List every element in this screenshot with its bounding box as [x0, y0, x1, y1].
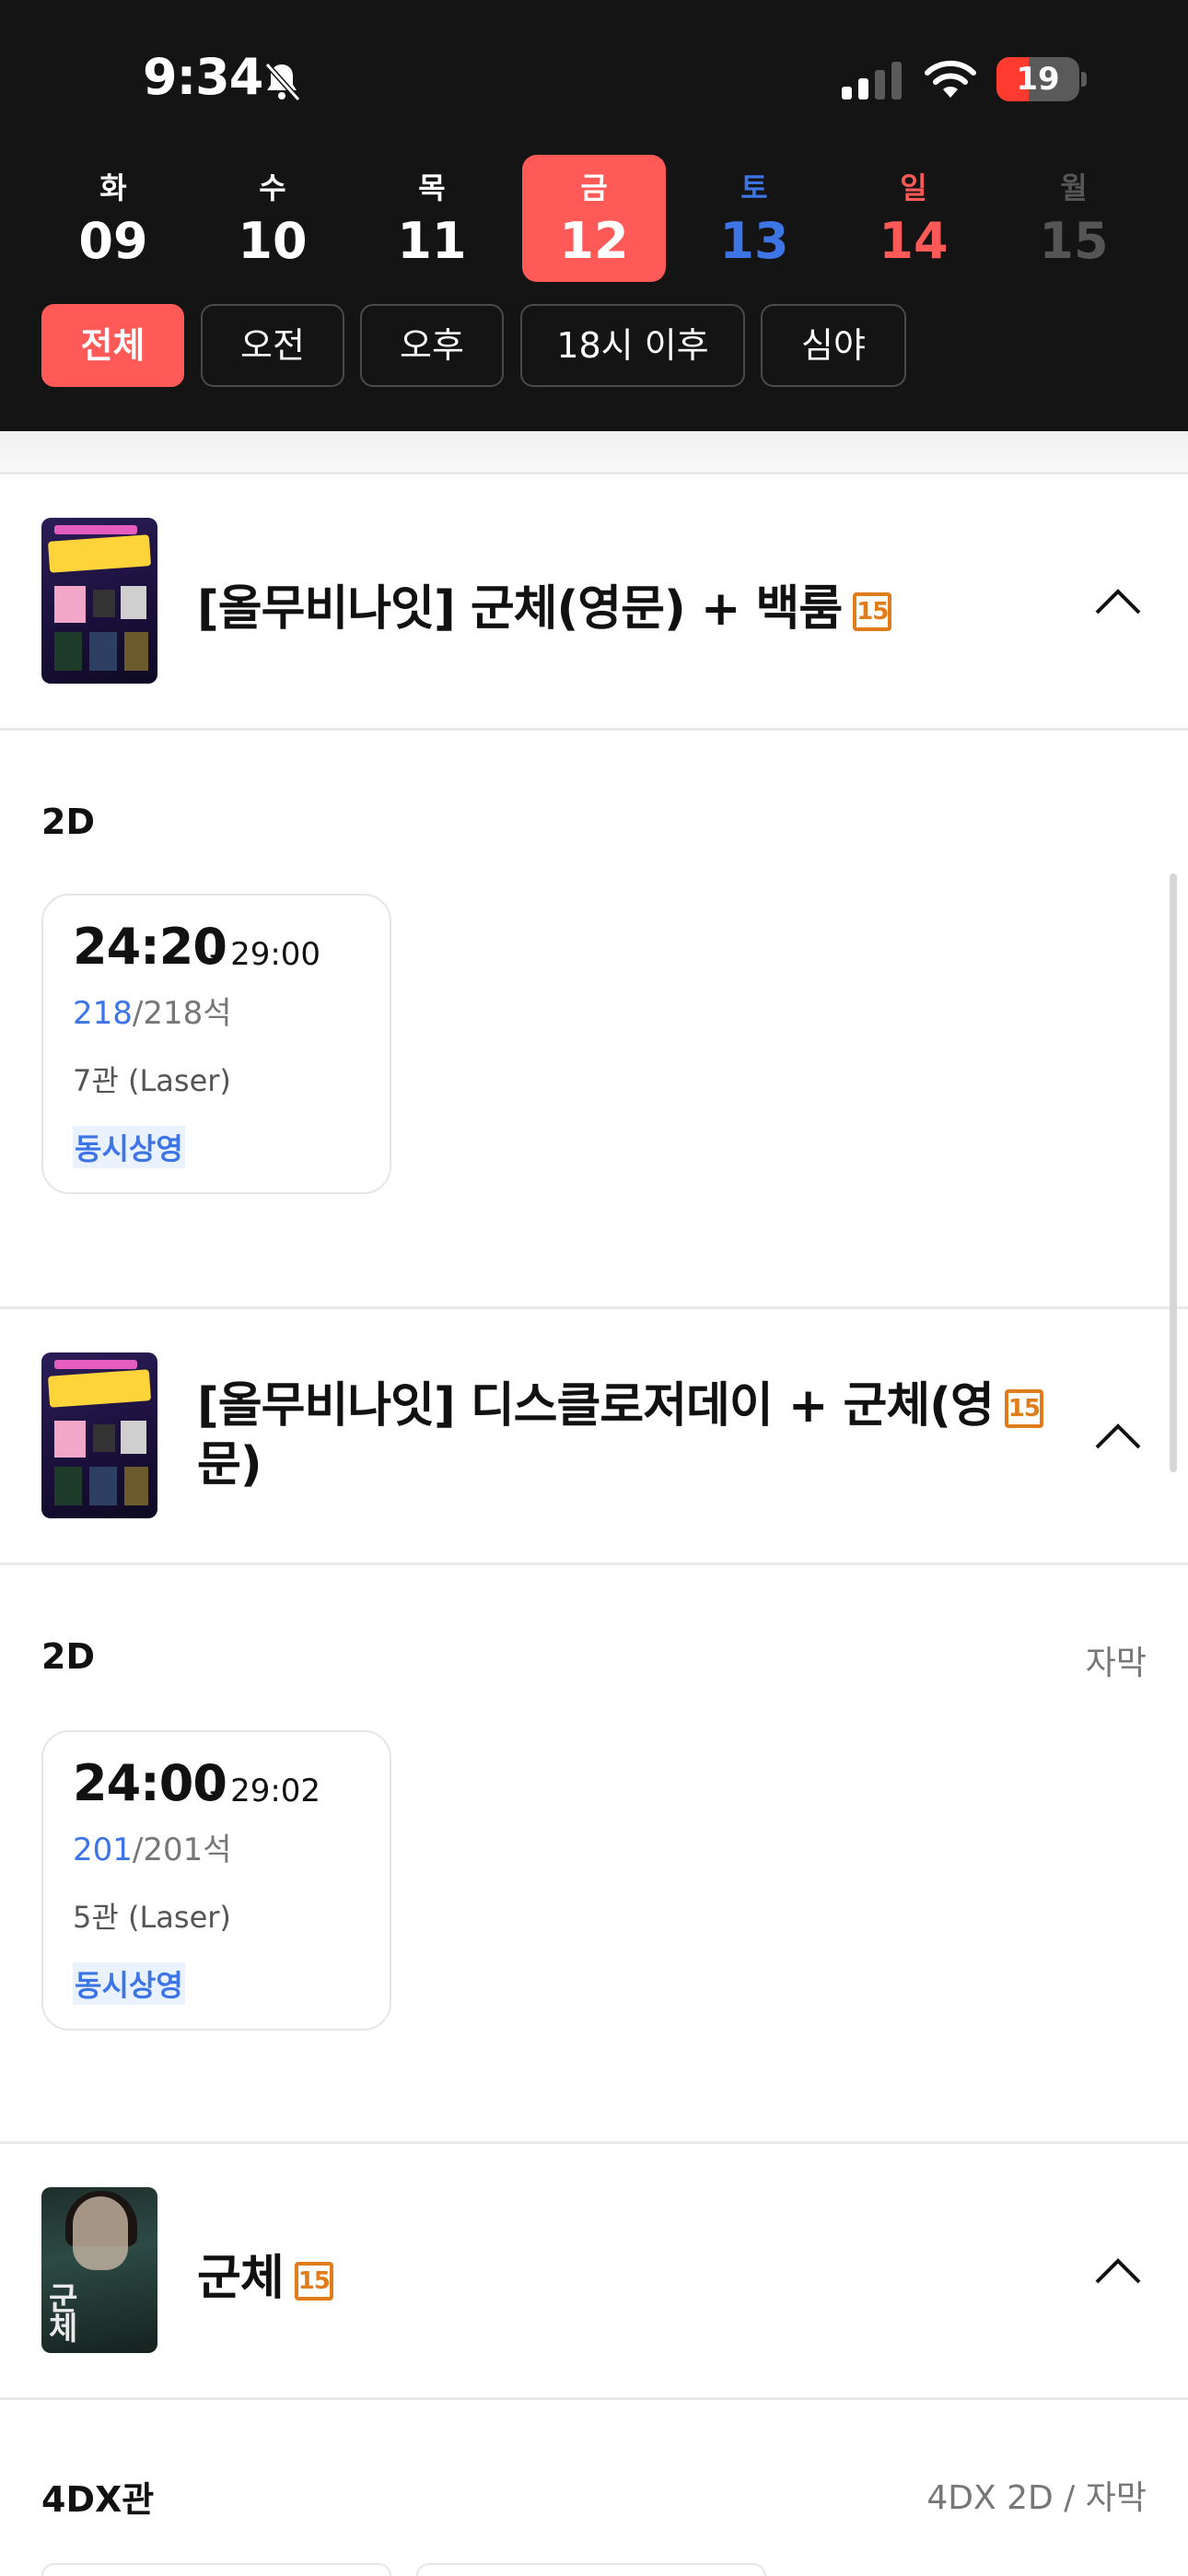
age-rating-15-badge: 15: [1004, 1389, 1043, 1428]
date-thu-11[interactable]: 목 11: [360, 155, 504, 282]
movie-title-row[interactable]: [올무비나잇] 디스클로저데이 + 군체(영 15 문): [197, 1376, 1043, 1494]
showtime-end: - 29:00: [209, 936, 321, 973]
header-shadow: [0, 431, 1188, 474]
filter-afternoon-chip[interactable]: 오후: [360, 304, 504, 387]
battery-percent: 19: [1016, 61, 1060, 98]
filter-late-night-chip[interactable]: 심야: [761, 304, 906, 387]
status-time: 9:34: [143, 48, 263, 106]
date-number: 11: [397, 212, 467, 270]
format-label: 4DX관: [41, 2479, 155, 2520]
hall-name: 7관 (Laser): [73, 1063, 231, 1098]
date-mon-15[interactable]: 월 15: [1002, 155, 1146, 282]
movie-poster[interactable]: 군체: [41, 2187, 157, 2353]
battery-icon: 19: [996, 57, 1087, 101]
seats-total: /201석: [132, 1832, 232, 1868]
date-number: 13: [719, 212, 789, 270]
bell-muted-icon: [264, 62, 301, 102]
date-weekday: 월: [1060, 170, 1088, 205]
chevron-up-icon[interactable]: [1094, 2257, 1142, 2285]
scrollbar[interactable]: [1170, 873, 1177, 1472]
seats-available: 218: [73, 995, 133, 1032]
date-weekday: 토: [740, 170, 768, 205]
format-label: 2D: [41, 1636, 95, 1677]
movie-title-line1: [올무비나잇] 디스클로저데이 + 군체(영: [197, 1378, 995, 1434]
divider: [0, 472, 1188, 474]
movie-title-line2: 문): [197, 1437, 262, 1493]
showtime-card[interactable]: 24:00 - 29:02 201/201석 5관 (Laser) 동시상영: [41, 1730, 391, 2031]
chevron-up-icon[interactable]: [1094, 1423, 1142, 1450]
date-number: 14: [879, 212, 949, 270]
wifi-icon: [925, 60, 976, 98]
age-rating-15-badge: 15: [853, 592, 892, 631]
divider: [0, 1306, 1188, 1309]
chevron-up-icon[interactable]: [1094, 588, 1142, 615]
showtime-start: 24:20: [73, 918, 227, 976]
date-number: 15: [1039, 212, 1109, 270]
showtime-start: 24:00: [73, 1754, 227, 1812]
format-subtitle: 자막: [1085, 1645, 1147, 1682]
showtime-end: - 29:02: [209, 1773, 321, 1809]
date-number: 10: [238, 212, 308, 270]
movie-poster[interactable]: [41, 518, 157, 684]
format-subtitle: 4DX 2D / 자막: [926, 2479, 1147, 2517]
header: 9:34 19 화 09 수 10 목 11 금 12 토 13 일 14 월 …: [0, 0, 1188, 431]
movie-title-row[interactable]: [올무비나잇] 군체(영문) + 백룸 15: [197, 569, 892, 638]
date-number: 12: [559, 212, 629, 270]
movie-title: 군체: [197, 2251, 285, 2306]
movie-title: [올무비나잇] 군체(영문) + 백룸: [197, 581, 843, 637]
date-sat-13[interactable]: 토 13: [682, 155, 826, 282]
format-label: 2D: [41, 802, 95, 842]
hall-name: 5관 (Laser): [73, 1900, 231, 1935]
seat-count: 218/218석: [73, 988, 232, 1033]
double-feature-tag: 동시상영: [73, 1962, 185, 2005]
date-weekday: 일: [900, 170, 927, 205]
date-weekday: 목: [418, 170, 446, 205]
date-sun-14[interactable]: 일 14: [842, 155, 985, 282]
date-weekday: 화: [99, 170, 127, 205]
showtime-card[interactable]: [41, 2563, 391, 2576]
divider: [0, 1563, 1188, 1565]
poster-title-text: 군체: [49, 2281, 78, 2348]
movie-title-row[interactable]: 군체 15: [197, 2239, 333, 2308]
cellular-signal-icon: [842, 62, 902, 100]
filter-all-chip[interactable]: 전체: [41, 304, 184, 387]
filter-after-18-chip[interactable]: 18시 이후: [520, 304, 745, 387]
date-tue-09[interactable]: 화 09: [41, 155, 185, 282]
seat-count: 201/201석: [73, 1824, 232, 1869]
showtime-card[interactable]: 24:20 - 29:00 218/218석 7관 (Laser) 동시상영: [41, 894, 391, 1194]
date-number: 09: [78, 212, 148, 270]
double-feature-tag: 동시상영: [73, 1126, 185, 1168]
date-weekday: 금: [580, 170, 608, 205]
date-wed-10[interactable]: 수 10: [201, 155, 344, 282]
movie-poster[interactable]: [41, 1352, 157, 1518]
date-weekday: 수: [259, 170, 286, 205]
showtime-card[interactable]: [416, 2563, 766, 2576]
divider: [0, 728, 1188, 731]
filter-morning-chip[interactable]: 오전: [201, 304, 344, 387]
divider: [0, 2397, 1188, 2400]
seats-total: /218석: [132, 995, 232, 1032]
divider: [0, 2141, 1188, 2144]
age-rating-15-badge: 15: [294, 2262, 333, 2301]
seats-available: 201: [73, 1832, 133, 1868]
date-fri-12-selected[interactable]: 금 12: [522, 155, 666, 282]
